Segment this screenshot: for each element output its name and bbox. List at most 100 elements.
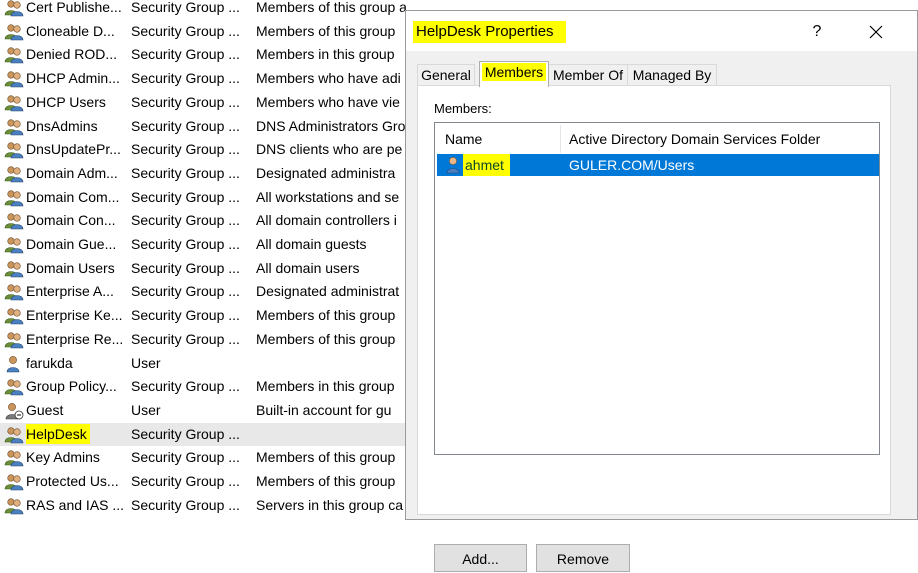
list-item-description: Members who have vie [256,93,400,110]
tab-members-label: Members [481,63,547,81]
list-item-type: Security Group ... [131,449,240,466]
list-item-name: Domain Adm... [26,164,118,181]
list-item-type: User [131,401,161,418]
tab-member-of[interactable]: Member Of [548,64,628,86]
group-icon [4,165,24,183]
list-item-description: Members of this group [256,330,396,347]
list-item-name: Domain Gue... [26,236,117,252]
list-item-type: Security Group ... [131,22,240,39]
list-item-type: Security Group ... [131,141,240,158]
list-item-type: Security Group ... [131,212,240,229]
list-item-description: All domain guests [256,236,367,252]
list-item-description: All workstations and se [256,188,400,205]
list-item-description: Designated administra [256,164,396,181]
group-icon [4,260,24,278]
column-header-name[interactable]: Name [445,125,482,153]
list-item-type: Security Group ... [131,46,240,63]
list-item-name: DnsAdmins [26,117,98,134]
list-item-description: Members of this group [256,307,396,324]
list-item-name: Enterprise Re... [26,330,124,347]
list-item-type: Security Group ... [131,378,240,395]
members-label: Members: [434,101,492,116]
column-separator[interactable] [560,125,561,153]
list-item-name: Protected Us... [26,473,119,489]
members-panel: Members: Name Active Directory Domain Se… [417,85,891,572]
list-item-type: Security Group ... [131,70,240,87]
list-item-type: Security Group ... [131,0,240,15]
list-item-name: farukda [26,354,73,371]
list-item-description: All domain controllers i [256,212,397,229]
list-item-type: Security Group ... [131,188,240,205]
help-button[interactable]: ? [803,19,831,45]
group-icon [4,189,24,207]
user-icon [446,157,460,174]
list-item-type: Security Group ... [131,330,240,347]
tab-managed-by-label: Managed By [632,67,712,83]
members-listview[interactable]: Name Active Directory Domain Services Fo… [434,122,880,455]
group-icon [4,23,24,41]
list-item-description: Members of this group a [256,0,407,15]
list-item-description: Members of this group [256,22,396,39]
list-item-type: Security Group ... [131,283,240,300]
group-icon [4,212,24,230]
list-item-name: Guest [26,401,64,418]
tab-members[interactable]: Members [479,61,549,87]
user-icon [4,355,24,373]
list-item-type: Security Group ... [131,93,240,110]
close-icon [869,25,883,39]
dialog-title: HelpDesk Properties [413,21,566,43]
list-item-name: HelpDesk [26,423,90,444]
list-item-type: Security Group ... [131,259,240,276]
list-item-name: Domain Con... [26,212,116,229]
tab-general-label: General [421,67,471,83]
list-item-description: DNS clients who are pe [256,141,403,158]
close-button[interactable] [861,19,891,45]
tab-general[interactable]: General [417,64,475,86]
member-folder: GULER.COM/Users [569,157,695,173]
list-item-name: Key Admins [26,449,100,466]
list-item-type: Security Group ... [131,236,240,252]
group-icon [4,283,24,301]
list-item-type: Security Group ... [131,473,240,489]
list-item-description: All domain users [256,259,360,276]
list-item-name: Cert Publishe... [26,0,122,15]
group-icon [4,70,24,88]
group-icon [4,94,24,112]
list-item-description: Members of this group [256,449,396,466]
column-header-folder[interactable]: Active Directory Domain Services Folder [569,125,820,153]
remove-button[interactable]: Remove [536,544,630,572]
group-icon [4,236,24,254]
group-icon [4,331,24,349]
list-item-type: Security Group ... [131,164,240,181]
properties-dialog: HelpDesk Properties ? General Members Me… [405,10,918,572]
list-item-name: Group Policy... [26,378,117,395]
list-item-name: DnsUpdatePr... [26,141,121,158]
member-row[interactable]: ahmet GULER.COM/Users [437,154,879,176]
group-icon [4,307,24,325]
list-item-type: Security Group ... [131,117,240,134]
dialog-titlebar: HelpDesk Properties ? [406,11,917,51]
group-icon [4,426,24,444]
list-item-name: Domain Users [26,259,115,276]
tab-member-of-label: Member Of [552,67,623,83]
list-item-name: Cloneable D... [26,22,115,39]
disabled-user-icon [4,402,24,420]
group-icon [4,473,24,491]
list-item-type: Security Group ... [131,307,240,324]
group-icon [4,141,24,159]
list-item-description: Designated administrat [256,283,400,300]
list-item-name: Domain Com... [26,188,120,205]
list-item-name: DHCP Users [26,93,106,110]
list-item-name: Enterprise Ke... [26,307,123,324]
list-item-description: Members who have adi [256,70,401,87]
list-item-description: Members of this group [256,473,396,489]
list-item-name: DHCP Admin... [26,70,120,87]
group-icon [4,378,24,396]
member-name: ahmet [463,154,510,176]
group-icon [4,0,24,17]
list-item-name: Denied ROD... [26,46,118,63]
list-item-name: Enterprise A... [26,283,114,300]
tab-managed-by[interactable]: Managed By [627,64,717,86]
list-item-description: Built-in account for gu [256,401,392,418]
add-button[interactable]: Add... [434,544,527,572]
